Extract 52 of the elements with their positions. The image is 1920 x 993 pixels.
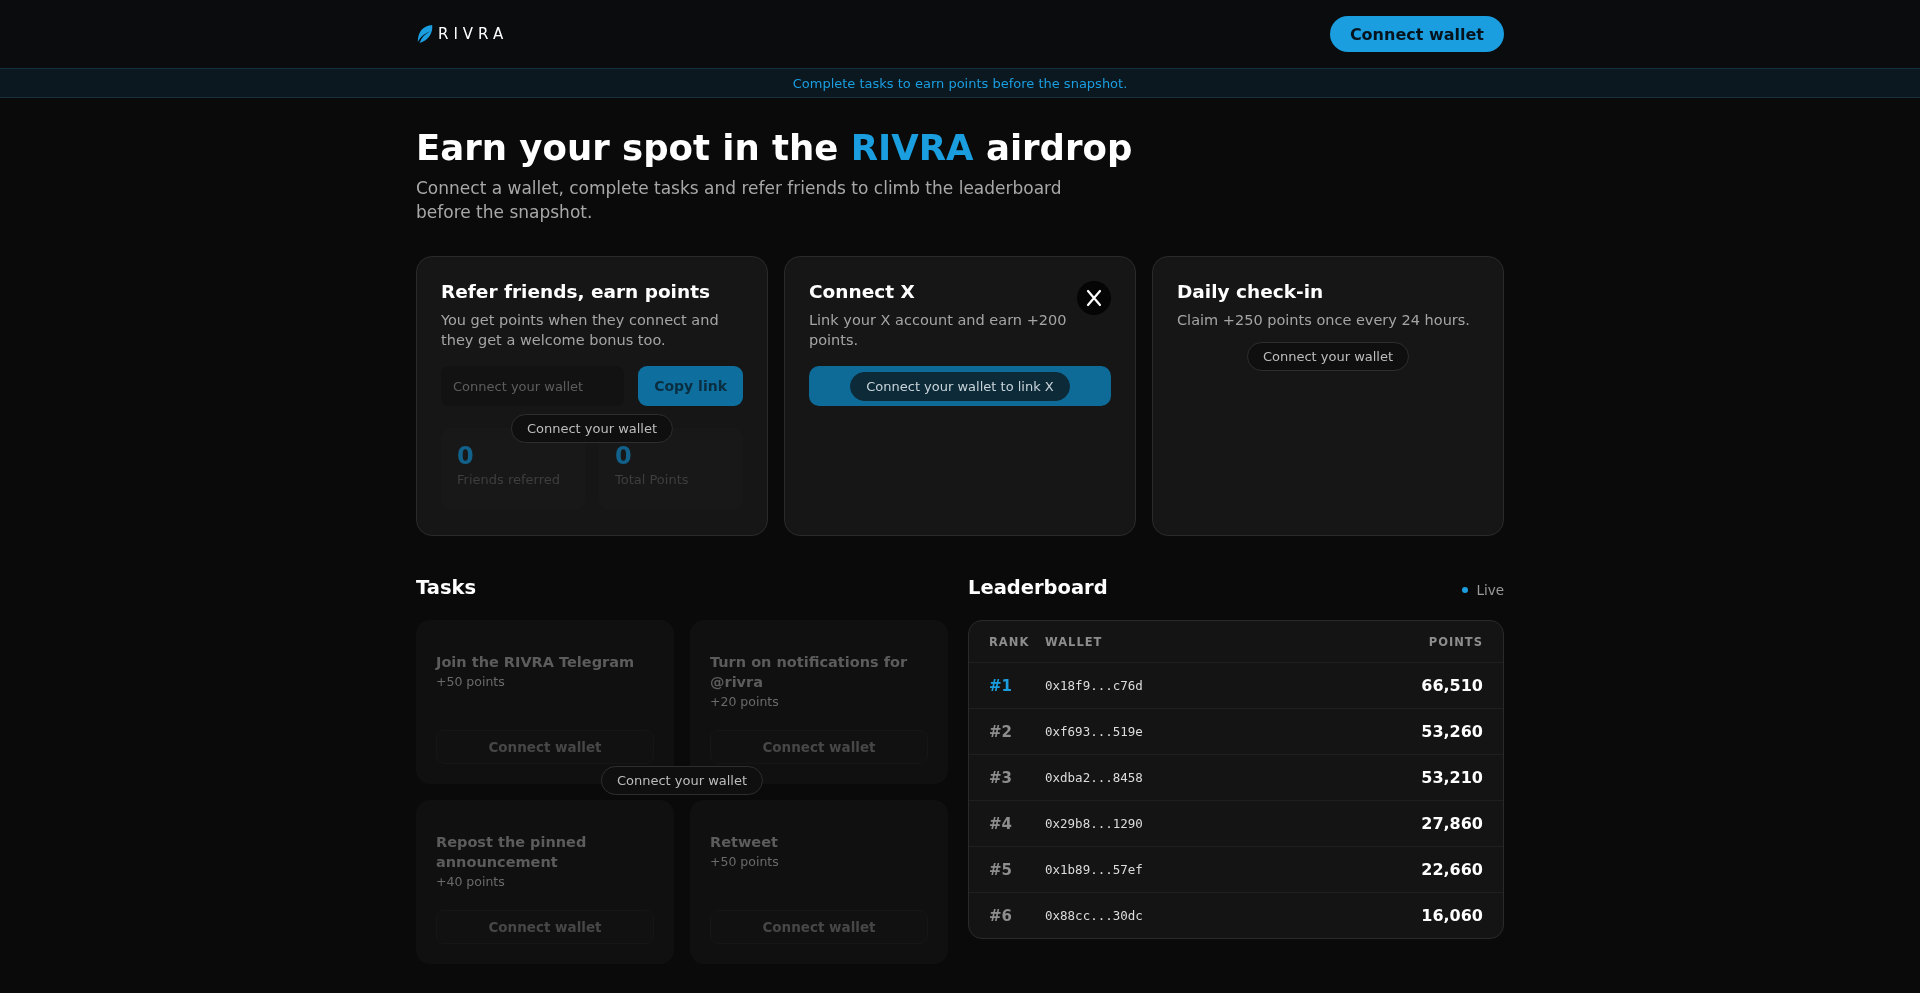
task-title: Retweet	[710, 833, 779, 852]
column-header: RANK	[989, 634, 1031, 649]
rank-cell-text: #4	[989, 814, 1013, 833]
x-logo-icon	[1077, 281, 1111, 315]
card-description: Link your X account and earn +200 points.	[809, 311, 1068, 350]
task-points: +40 points	[436, 874, 506, 889]
status-label: Live	[1476, 582, 1504, 598]
points-cell: 53,260	[1421, 722, 1483, 741]
column-header: WALLET	[1045, 634, 1104, 649]
points-cell: 27,860	[1421, 814, 1483, 833]
task-title: Join the RIVRA Telegram	[436, 653, 636, 672]
connect-wallet-notice: Connect your wallet to link X	[850, 371, 1070, 401]
points-cell: 66,510	[1421, 676, 1483, 695]
stat-value: 0	[615, 442, 633, 470]
rank-cell-text: #6	[989, 906, 1013, 925]
task-points: +50 points	[710, 854, 780, 869]
wallet-cell-text: 0xf693...519e	[1045, 724, 1144, 739]
rank-cell-text: #5	[989, 860, 1013, 879]
card-description: You get points when they connect and they get a welcome bonus too.	[441, 311, 720, 350]
rank-cell-text: #3	[989, 768, 1013, 787]
section-title: Leaderboard	[968, 576, 1108, 601]
wallet-cell-text: 0x29b8...1290	[1045, 816, 1144, 831]
connect-wallet-notice: Connect your wallet	[600, 766, 764, 795]
stat-value: 0	[457, 442, 475, 470]
banner-text: Complete tasks to earn points before the snapshot.	[792, 75, 1128, 91]
connect-wallet-notice: Connect your wallet	[510, 414, 674, 443]
card-title: Refer friends, earn points	[441, 281, 711, 302]
connect-wallet-button[interactable]: Connect wallet	[1329, 16, 1504, 52]
rank-cell-text: #1	[989, 676, 1013, 695]
column-header: POINTS	[1428, 634, 1483, 649]
task-title: Repost the pinned announcement	[436, 833, 588, 872]
points-cell: 22,660	[1421, 860, 1483, 879]
leaf-logo-icon	[416, 24, 434, 44]
card-description: Claim +250 points once every 24 hours.	[1177, 311, 1471, 330]
hero-subtitle: Connect a wallet, complete tasks and refer friends to climb the leaderboard before the snapshot.	[416, 177, 1063, 224]
points-cell: 16,060	[1421, 906, 1483, 925]
card-title: Connect X	[809, 281, 916, 302]
wallet-cell-text: 0x88cc...30dc	[1045, 908, 1144, 923]
section-title: Tasks	[416, 576, 478, 601]
connect-wallet-notice: Connect your wallet	[1246, 342, 1410, 371]
copy-link-button[interactable]: Copy link	[638, 366, 743, 406]
task-points: +20 points	[710, 694, 780, 709]
task-title: Turn on notifications for @rivra	[710, 653, 909, 692]
card-title: Daily check-in	[1177, 281, 1325, 302]
points-cell: 53,210	[1421, 768, 1483, 787]
wallet-cell-text: 0x1b89...57ef	[1045, 862, 1144, 877]
wallet-cell-text: 0xdba2...8458	[1045, 770, 1144, 785]
rank-cell-text: #2	[989, 722, 1013, 741]
logo-text[interactable]: RIVRA	[438, 25, 509, 43]
hero-title: Earn your spot in the RIVRA airdrop	[416, 126, 1134, 170]
wallet-cell-text: 0x18f9...c76d	[1045, 678, 1144, 693]
task-points: +50 points	[436, 674, 506, 689]
